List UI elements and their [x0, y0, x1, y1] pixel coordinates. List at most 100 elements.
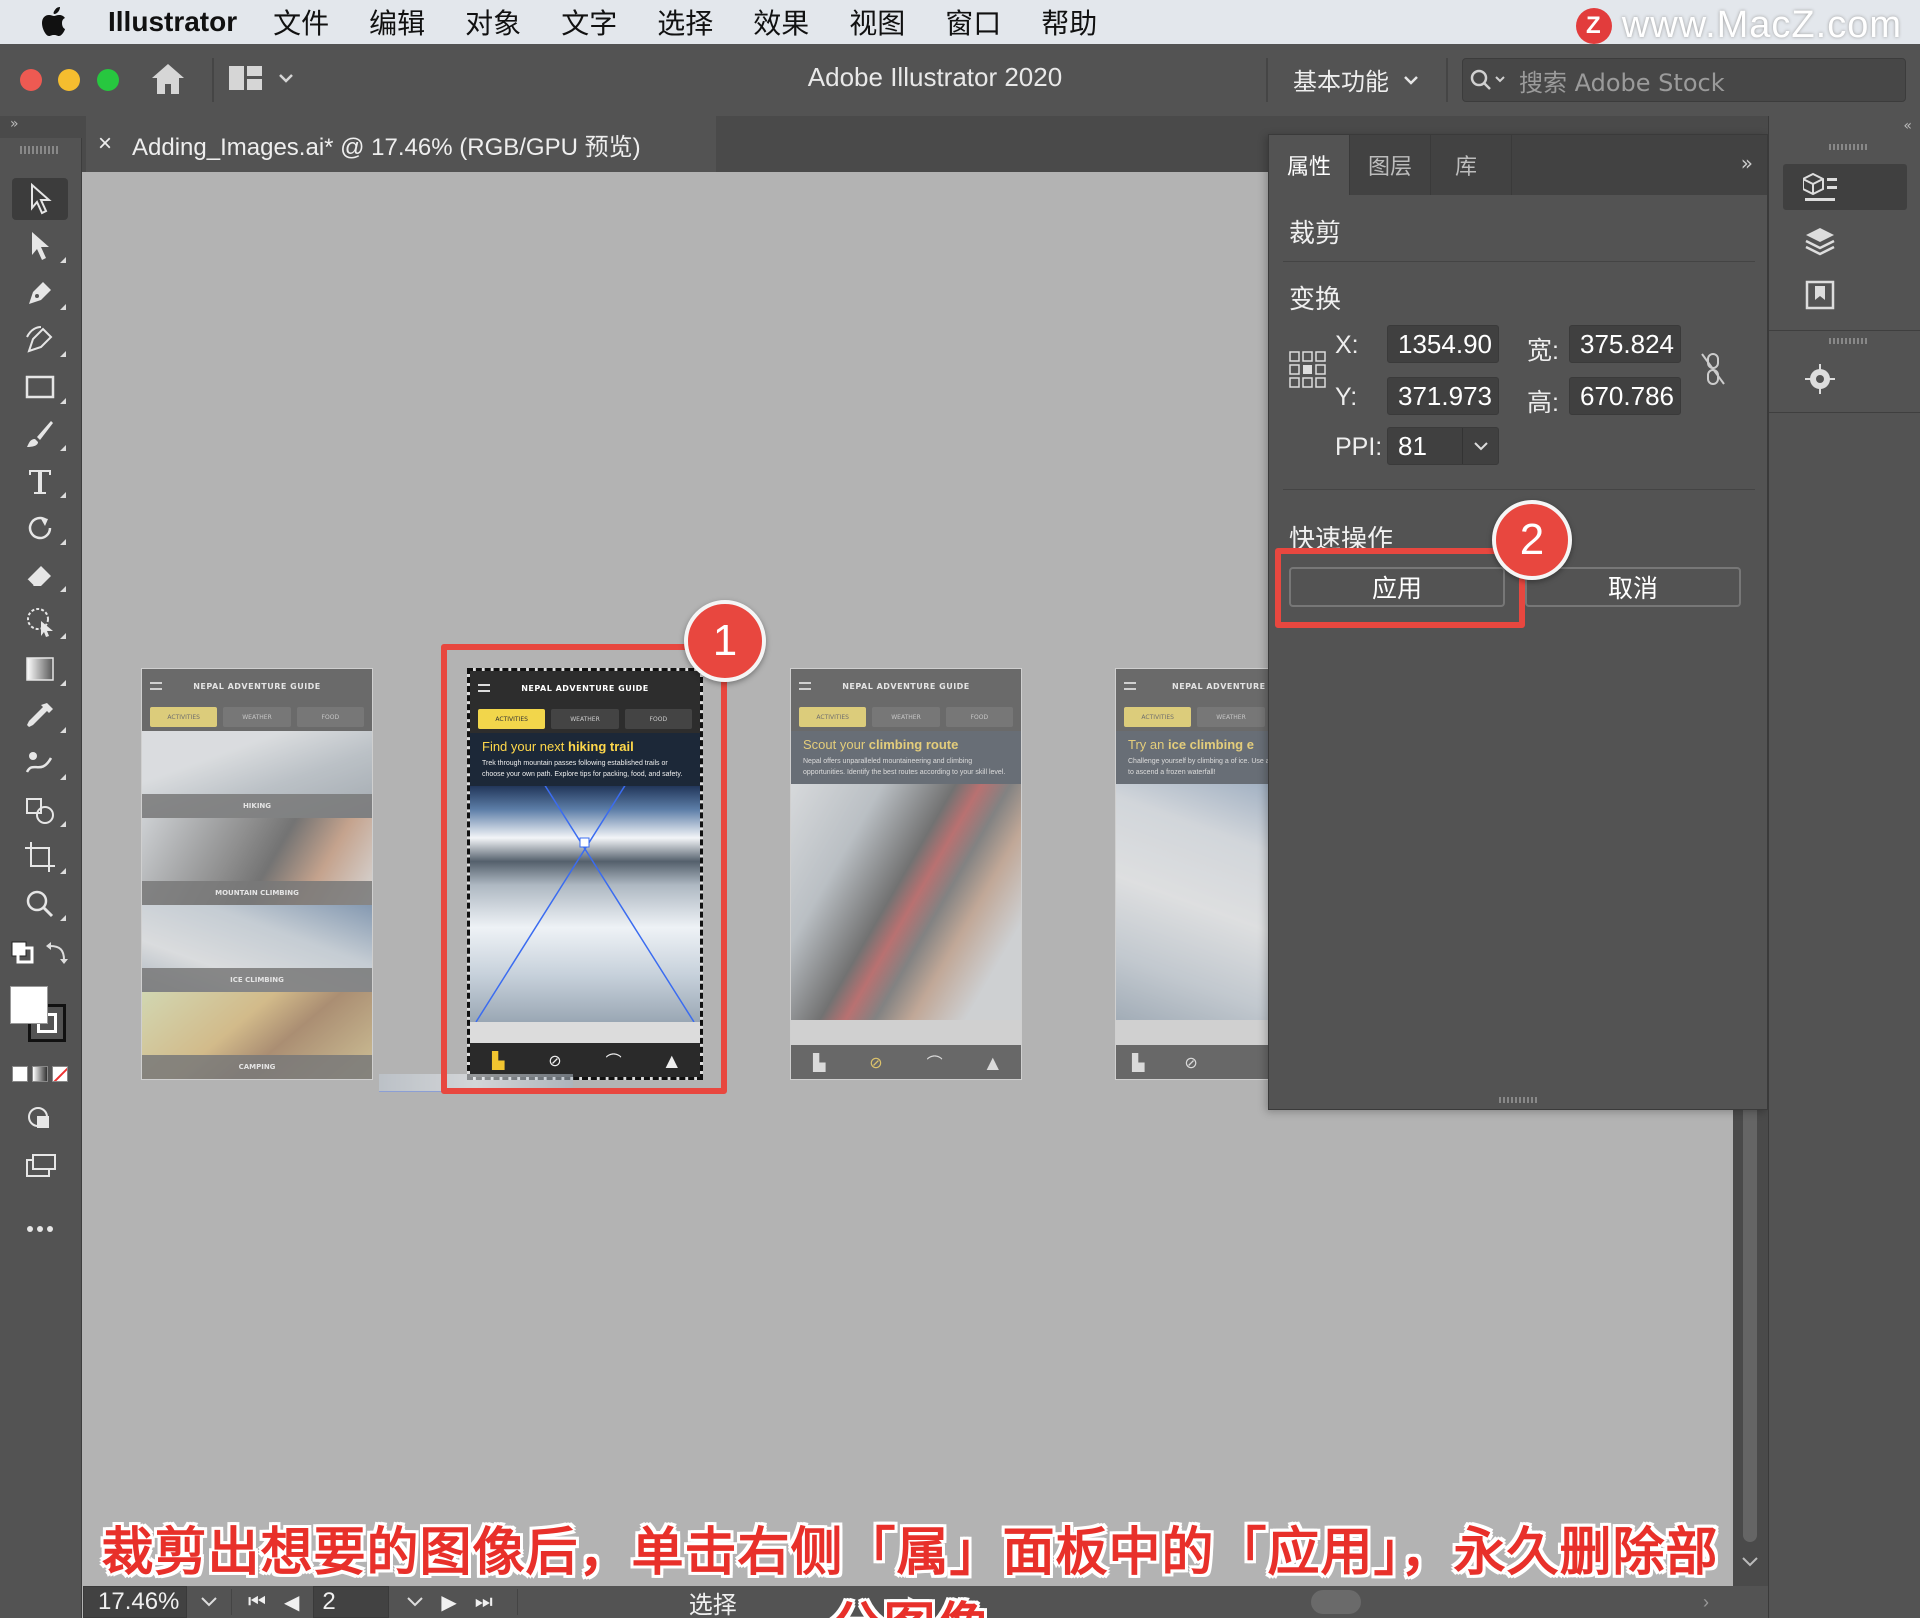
color-mode-buttons[interactable] [12, 1066, 70, 1084]
tab-properties[interactable]: 属性 [1269, 135, 1351, 195]
artboard-tab: WEATHER [872, 707, 940, 727]
boot-icon: ▙ [1132, 1052, 1145, 1072]
artboard-3[interactable]: NEPAL ADVENTURE GUIDE ACTIVITIES WEATHER… [790, 668, 1022, 1080]
row-label: MOUNTAIN CLIMBING [142, 881, 372, 905]
rectangle-tool-icon[interactable] [12, 366, 68, 408]
tent-icon: ▲ [986, 1052, 999, 1072]
tools-panel [0, 138, 82, 1618]
direct-selection-tool-icon[interactable] [12, 225, 68, 267]
width-label: 宽: [1527, 337, 1559, 365]
divider [1769, 412, 1920, 413]
watermark-logo: Z [1575, 7, 1612, 44]
panel-tabs: 属性 图层 库 » [1269, 135, 1767, 195]
puppet-warp-tool-icon[interactable] [12, 601, 68, 643]
workspace-label: 基本功能 [1293, 68, 1389, 96]
hero-title-emphasis: ice climbing e [1167, 737, 1254, 752]
menu-view[interactable]: 视图 [849, 2, 905, 42]
toolbar-collapse-button[interactable]: » [0, 116, 82, 138]
cc-libraries-icon[interactable] [1783, 356, 1907, 402]
edit-toolbar-icon[interactable] [12, 1208, 68, 1250]
tutorial-caption: 裁剪出想要的图像后，单击右侧「属」面板中的「应用」，永久删除部分图像 [101, 1523, 1719, 1618]
close-tab-icon[interactable]: × [98, 130, 112, 158]
cancel-button[interactable]: 取消 [1525, 567, 1741, 607]
hero-title-lead: Try an [1128, 737, 1168, 752]
width-field[interactable]: 375.824 [1569, 325, 1681, 363]
paintbrush-tool-icon[interactable] [12, 413, 68, 455]
layers-panel-icon[interactable] [1783, 218, 1907, 264]
curvature-tool-icon[interactable] [12, 319, 68, 361]
row-label: ICE CLIMBING [142, 968, 372, 992]
artboard-tab: WEATHER [223, 707, 291, 727]
none-button[interactable] [52, 1066, 68, 1082]
shape-builder-tool-icon[interactable] [12, 789, 68, 831]
screen-mode-icon[interactable] [12, 1146, 68, 1188]
artboard-heading: NEPAL ADVENTURE GUIDE [842, 681, 970, 691]
toolbar-grip[interactable] [20, 146, 60, 154]
artboard-tabs: ACTIVITIES WEATHER FOOD [791, 703, 1021, 731]
properties-panel-icon[interactable] [1783, 164, 1907, 210]
artboard-tool-icon[interactable] [12, 836, 68, 878]
type-tool-icon[interactable] [12, 460, 68, 502]
watermark-text: www.MacZ.com [1621, 4, 1902, 46]
panel-resize-grip[interactable] [1499, 1097, 1539, 1103]
height-field[interactable]: 670.786 [1569, 377, 1681, 415]
scroll-thumb[interactable] [1743, 1102, 1757, 1542]
app-title-bar: Adobe Illustrator 2020 基本功能 搜索 Adobe Sto… [0, 44, 1920, 116]
menu-file[interactable]: 文件 [273, 2, 329, 42]
y-field[interactable]: 371.973 [1387, 377, 1499, 415]
tab-layers[interactable]: 图层 [1350, 135, 1432, 195]
artboard-tab: ACTIVITIES [150, 707, 218, 727]
fill-swatch[interactable] [10, 986, 48, 1024]
gradient-tool-icon[interactable] [12, 648, 68, 690]
zoom-tool-icon[interactable] [12, 883, 68, 925]
menu-app-name[interactable]: Illustrator [108, 6, 237, 38]
draw-mode-icon[interactable] [12, 1098, 68, 1140]
dock-grip[interactable] [1829, 144, 1869, 150]
artboard-1[interactable]: NEPAL ADVENTURE GUIDE ACTIVITIES WEATHER… [141, 668, 373, 1080]
stock-search-input[interactable]: 搜索 Adobe Stock [1462, 58, 1906, 102]
hero-title-lead: Scout your [803, 737, 869, 752]
rotate-tool-icon[interactable] [12, 507, 68, 549]
mountain-climbing-photo: MOUNTAIN CLIMBING [142, 818, 372, 905]
libraries-panel-icon[interactable] [1783, 272, 1907, 318]
carabiner-icon: ⊘ [1184, 1052, 1198, 1072]
reference-point-icon[interactable] [1289, 351, 1327, 393]
pen-tool-icon[interactable] [12, 272, 68, 314]
ppi-field[interactable]: 81 [1387, 427, 1499, 465]
dock-grip[interactable] [1829, 338, 1869, 344]
color-button[interactable] [12, 1066, 28, 1082]
swap-fill-stroke-icon[interactable] [10, 938, 72, 968]
menu-select[interactable]: 选择 [657, 2, 713, 42]
dock-collapse-icon[interactable]: « [1903, 118, 1912, 134]
constrain-proportions-icon[interactable] [1699, 351, 1729, 391]
menu-edit[interactable]: 编辑 [369, 2, 425, 42]
fill-stroke-swatch[interactable] [10, 986, 70, 1046]
tab-libraries[interactable]: 库 [1431, 135, 1513, 195]
apple-icon[interactable] [0, 0, 108, 44]
document-tab[interactable]: × Adding_Images.ai* @ 17.46% (RGB/GPU 预览… [86, 116, 716, 172]
menu-window[interactable]: 窗口 [945, 2, 1001, 42]
menu-icon [150, 682, 162, 690]
menu-help[interactable]: 帮助 [1041, 2, 1097, 42]
x-field[interactable]: 1354.90 [1387, 325, 1499, 363]
selection-tool-icon[interactable] [12, 178, 68, 220]
menu-type[interactable]: 文字 [561, 2, 617, 42]
panel-collapse-icon[interactable]: » [1741, 151, 1753, 175]
camping-photo: CAMPING [142, 992, 372, 1079]
hero-body: Nepal offers unparalleled mountaineering… [803, 758, 1006, 776]
climber-photo [791, 784, 1021, 1020]
hero-title: Scout your climbing route [803, 737, 1009, 752]
artboard-heading: NEPAL ADVENTURE C [1172, 681, 1276, 691]
menu-icon [799, 682, 811, 690]
eraser-tool-icon[interactable] [12, 554, 68, 596]
workspace-switcher[interactable]: 基本功能 [1293, 62, 1419, 97]
chevron-down-icon[interactable] [1462, 428, 1498, 464]
eyedropper-tool-icon[interactable] [12, 695, 68, 737]
menu-effect[interactable]: 效果 [753, 2, 809, 42]
gradient-button[interactable] [32, 1066, 48, 1082]
blend-tool-icon[interactable] [12, 742, 68, 784]
step-badge-2: 2 [1492, 500, 1572, 580]
menu-object[interactable]: 对象 [465, 2, 521, 42]
artboard-heading: NEPAL ADVENTURE GUIDE [193, 681, 321, 691]
chevron-down-icon[interactable] [1741, 1556, 1759, 1568]
